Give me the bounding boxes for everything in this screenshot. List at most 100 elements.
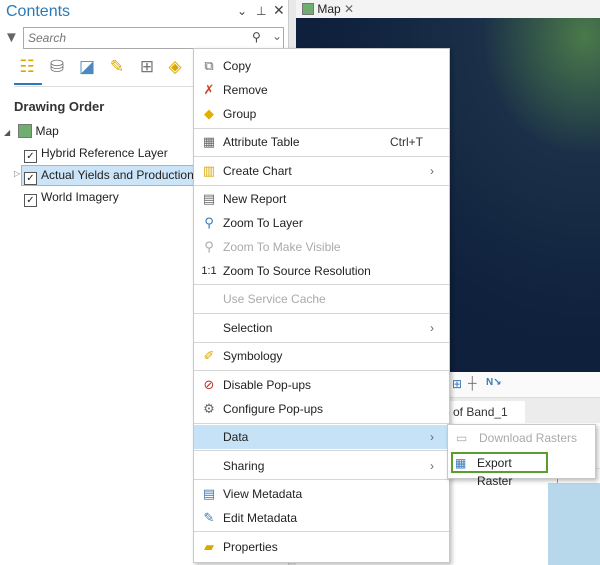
menu-separator xyxy=(194,128,449,129)
layer-label: Actual Yields and Production xyxy=(41,168,194,182)
menu-label: Zoom To Make Visible xyxy=(223,240,341,254)
menu-item-zoom-to-source-resolution[interactable]: 1:1 Zoom To Source Resolution xyxy=(194,259,449,283)
menu-label: New Report xyxy=(223,192,287,206)
menu-separator xyxy=(194,450,449,451)
chevron-right-icon: › xyxy=(430,459,434,473)
menu-item-sharing[interactable]: Sharing › xyxy=(194,454,449,478)
menu-label: Group xyxy=(223,107,257,121)
menu-separator xyxy=(194,342,449,343)
crosshair-icon[interactable]: ┼ xyxy=(468,376,477,390)
menu-item-new-report[interactable]: ▤ New Report xyxy=(194,187,449,211)
menu-item-attribute-table[interactable]: ▦ Attribute Table Ctrl+T xyxy=(194,130,449,154)
disable-popups-icon: ⊘ xyxy=(203,377,215,392)
menu-separator xyxy=(194,531,449,532)
close-icon[interactable]: ✕ xyxy=(344,2,354,16)
layer-item[interactable]: ✓ World Imagery xyxy=(24,187,119,207)
list-by-snapping-icon[interactable]: ⊞ xyxy=(136,57,158,79)
chevron-right-icon: › xyxy=(430,430,434,444)
menu-item-copy[interactable]: ⧉ Copy xyxy=(194,54,449,78)
map-node[interactable]: ◢ Map xyxy=(4,121,59,141)
menu-item-export-raster[interactable]: ▦ Export Raster xyxy=(451,452,548,488)
export-raster-icon: ▦ xyxy=(455,456,467,470)
chevron-down-icon[interactable]: ⌄ xyxy=(237,4,247,18)
filter-icon[interactable]: ▼ xyxy=(4,29,19,46)
symbology-icon: ✐ xyxy=(203,348,215,363)
menu-item-disable-popups[interactable]: ⊘ Disable Pop-ups xyxy=(194,373,449,397)
remove-icon: ✗ xyxy=(203,82,215,97)
search-input[interactable] xyxy=(24,28,224,48)
shortcut: Ctrl+T xyxy=(390,135,423,149)
report-icon: ▤ xyxy=(202,191,216,206)
menu-label: Properties xyxy=(223,540,278,554)
expand-icon[interactable]: ◢ xyxy=(4,128,10,137)
menu-label: Sharing xyxy=(223,459,265,473)
chevron-down-icon[interactable]: ⌄ xyxy=(272,29,282,43)
menu-item-view-metadata[interactable]: ▤ View Metadata xyxy=(194,482,449,506)
checkbox[interactable]: ✓ xyxy=(24,150,37,163)
layer-context-menu: ⧉ Copy ✗ Remove ◆ Group ▦ Attribute Table Ctr… xyxy=(193,48,450,563)
copy-icon: ⧉ xyxy=(204,58,214,73)
menu-separator xyxy=(194,185,449,186)
layer-item[interactable]: ✓ Hybrid Reference Layer xyxy=(24,143,168,163)
menu-label: Configure Pop-ups xyxy=(223,402,324,416)
menu-item-create-chart[interactable]: ▥ Create Chart › xyxy=(194,159,449,183)
list-by-drawing-order-icon[interactable]: ☷ xyxy=(16,57,38,79)
list-by-source-icon[interactable]: ⛁ xyxy=(46,57,68,79)
menu-item-zoom-to-make-visible: ⚲ Zoom To Make Visible xyxy=(194,235,449,259)
chevron-right-icon: › xyxy=(430,321,434,335)
menu-separator xyxy=(194,370,449,371)
menu-separator xyxy=(194,423,449,424)
list-by-selection-icon[interactable]: ◪ xyxy=(76,57,98,79)
menu-separator xyxy=(194,313,449,314)
histogram-bar xyxy=(548,483,600,565)
list-by-labeling-icon[interactable]: ◈ xyxy=(164,57,186,79)
menu-label: Zoom To Layer xyxy=(223,216,303,230)
list-by-editing-icon[interactable]: ✎ xyxy=(106,57,128,79)
layer-label: World Imagery xyxy=(41,190,119,204)
menu-item-properties[interactable]: ▰ Properties xyxy=(194,535,449,559)
menu-label: Edit Metadata xyxy=(223,511,298,525)
menu-label: Copy xyxy=(223,59,252,73)
menu-item-remove[interactable]: ✗ Remove xyxy=(194,78,449,102)
menu-label: Attribute Table xyxy=(223,135,300,149)
north-arrow-icon[interactable]: N↘ xyxy=(486,377,502,388)
tab-chart[interactable]: of Band_1 ✕ xyxy=(449,401,525,441)
pin-icon[interactable]: ⊥ xyxy=(256,4,266,18)
checkbox[interactable]: ✓ xyxy=(24,194,37,207)
grid-icon[interactable]: ⊞ xyxy=(452,377,462,391)
chevron-right-icon: › xyxy=(430,164,434,178)
menu-label: View Metadata xyxy=(223,487,303,501)
tab-map[interactable]: Map ✕ xyxy=(296,0,366,18)
menu-item-configure-popups[interactable]: ⚙ Configure Pop-ups xyxy=(194,397,449,421)
menu-label: Disable Pop-ups xyxy=(223,378,312,392)
pane-title: Contents xyxy=(6,3,71,20)
map-label: Map xyxy=(35,124,59,138)
menu-item-symbology[interactable]: ✐ Symbology xyxy=(194,344,449,368)
menu-item-use-service-cache: Use Service Cache xyxy=(194,287,449,311)
table-icon: ▦ xyxy=(202,134,216,149)
close-icon[interactable]: ✕ xyxy=(273,2,285,19)
menu-label: Data xyxy=(223,430,249,444)
menu-label: Create Chart xyxy=(223,164,292,178)
zoom-icon: ⚲ xyxy=(204,215,214,230)
view-metadata-icon: ▤ xyxy=(202,486,216,501)
drawing-order-heading: Drawing Order xyxy=(14,99,105,114)
menu-label: Remove xyxy=(223,83,268,97)
menu-item-group[interactable]: ◆ Group xyxy=(194,102,449,126)
group-icon: ◆ xyxy=(204,106,214,121)
properties-icon: ▰ xyxy=(204,539,214,554)
map-icon xyxy=(302,3,314,15)
menu-item-data[interactable]: Data › xyxy=(194,425,449,449)
checkbox[interactable]: ✓ xyxy=(24,172,37,185)
download-rasters-icon: ▭ xyxy=(456,431,468,445)
menu-item-edit-metadata[interactable]: ✎ Edit Metadata xyxy=(194,506,449,530)
zoom-visible-icon: ⚲ xyxy=(204,239,214,254)
layer-item[interactable]: ✓ Actual Yields and Production xyxy=(24,165,194,185)
menu-item-zoom-to-layer[interactable]: ⚲ Zoom To Layer xyxy=(194,211,449,235)
search-box[interactable]: ⚲ ⌄ xyxy=(23,27,284,49)
menu-item-selection[interactable]: Selection › xyxy=(194,316,449,340)
search-icon[interactable]: ⚲ xyxy=(252,30,261,44)
tab-label: Map xyxy=(317,2,341,16)
expand-icon[interactable]: ▷ xyxy=(14,169,20,178)
data-submenu: ▭ Download Rasters ▦ Export Raster xyxy=(447,424,596,488)
